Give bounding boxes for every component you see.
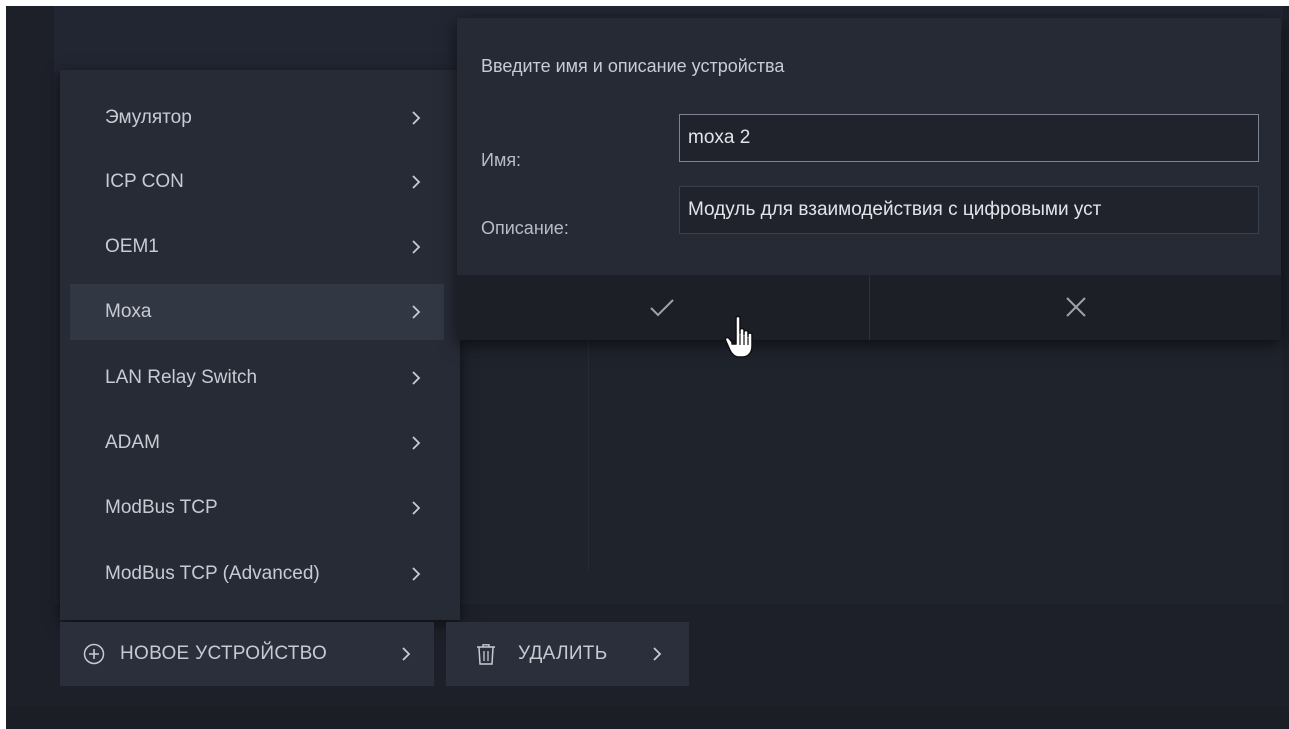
trash-icon — [474, 642, 498, 666]
hand-cursor-icon — [724, 315, 753, 358]
menu-item-label: Эмулятор — [105, 107, 192, 128]
device-type-menu: Эмулятор ICP CON OEM1 Moxa LAN Relay Swi… — [60, 70, 460, 620]
menu-item-oem1[interactable]: OEM1 — [70, 219, 444, 275]
chevron-right-icon — [649, 646, 665, 662]
device-name-dialog: Введите имя и описание устройства Имя: О… — [457, 18, 1281, 340]
chevron-right-icon — [408, 174, 424, 190]
chevron-right-icon — [408, 110, 424, 126]
menu-item-label: ADAM — [105, 432, 160, 453]
name-input[interactable] — [679, 114, 1259, 162]
menu-item-label: ICP CON — [105, 171, 184, 192]
menu-item-emulator[interactable]: Эмулятор — [70, 90, 444, 146]
menu-item-label: OEM1 — [105, 236, 159, 257]
plus-circle-icon — [82, 642, 106, 666]
chevron-right-icon — [408, 500, 424, 516]
menu-item-icp-con[interactable]: ICP CON — [70, 154, 444, 210]
new-device-button[interactable]: НОВОЕ УСТРОЙСТВО — [60, 622, 434, 686]
confirm-button[interactable] — [457, 275, 869, 340]
menu-item-moxa[interactable]: Moxa — [70, 284, 444, 340]
chevron-right-icon — [408, 566, 424, 582]
footer-bar — [6, 706, 1289, 729]
chevron-right-icon — [408, 239, 424, 255]
cancel-button[interactable] — [870, 275, 1281, 340]
menu-item-modbus-tcp[interactable]: ModBus TCP — [70, 480, 444, 536]
dialog-actions — [457, 275, 1281, 340]
menu-item-label: LAN Relay Switch — [105, 367, 258, 388]
name-label: Имя: — [481, 150, 522, 170]
delete-button[interactable]: УДАЛИТЬ — [446, 622, 689, 686]
column-divider — [588, 340, 589, 570]
menu-item-label: ModBus TCP — [105, 497, 218, 518]
chevron-right-icon — [408, 370, 424, 386]
menu-item-label: ModBus TCP (Advanced) — [105, 563, 320, 584]
menu-item-label: Moxa — [105, 301, 152, 322]
close-icon — [1066, 297, 1086, 317]
checkmark-icon — [650, 299, 674, 317]
new-device-label: НОВОЕ УСТРОЙСТВО — [120, 643, 328, 664]
menu-item-adam[interactable]: ADAM — [70, 415, 444, 471]
chevron-right-icon — [398, 646, 414, 662]
description-label: Описание: — [481, 218, 569, 238]
menu-item-lan-relay-switch[interactable]: LAN Relay Switch — [70, 350, 444, 406]
delete-label: УДАЛИТЬ — [518, 643, 608, 664]
chevron-right-icon — [408, 304, 424, 320]
chevron-right-icon — [408, 435, 424, 451]
description-input[interactable] — [679, 186, 1259, 234]
dialog-title: Введите имя и описание устройства — [481, 56, 785, 76]
menu-item-modbus-tcp-advanced[interactable]: ModBus TCP (Advanced) — [70, 546, 444, 602]
